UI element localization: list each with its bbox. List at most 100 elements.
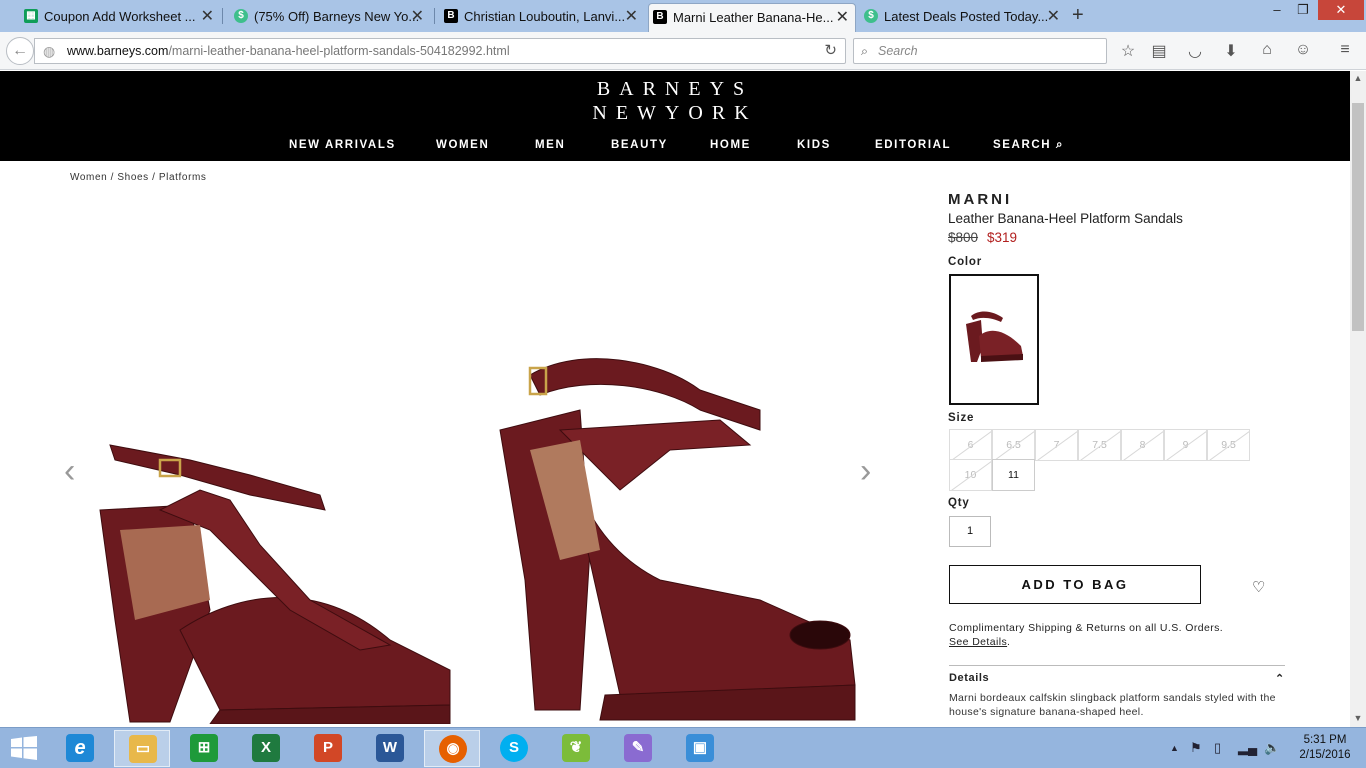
close-tab-icon[interactable]: ✕: [411, 3, 424, 30]
browser-tab[interactable]: $ Latest Deals Posted Today... ✕: [860, 3, 1066, 32]
nav-kids[interactable]: KIDS: [797, 139, 831, 151]
url-host: www.barneys.com: [67, 44, 169, 58]
sheets-icon: ▦: [24, 9, 38, 23]
taskbar-app-active[interactable]: ◉: [424, 730, 480, 767]
reload-icon[interactable]: ↻: [824, 39, 837, 63]
new-tab-icon[interactable]: +: [1072, 4, 1084, 27]
restore-icon[interactable]: ❐: [1292, 0, 1314, 20]
scroll-down-arrow-icon[interactable]: ▼: [1350, 713, 1366, 723]
chat-icon[interactable]: ☺: [1293, 41, 1313, 59]
skype-icon: S: [500, 734, 528, 762]
size-label: Size: [948, 412, 975, 424]
dollar-shield-icon: $: [864, 9, 878, 23]
windows-start-icon[interactable]: [10, 736, 38, 760]
browser-tab-active[interactable]: B Marni Leather Banana-He... ✕: [648, 3, 856, 32]
action-center-flag-icon[interactable]: ⚑: [1190, 740, 1202, 756]
chevron-up-icon[interactable]: ⌃: [1275, 672, 1284, 685]
taskbar-app[interactable]: ▣: [672, 730, 728, 767]
nav-beauty[interactable]: BEAUTY: [611, 139, 668, 151]
nav-home[interactable]: HOME: [710, 139, 751, 151]
search-icon: ⌕: [1055, 139, 1065, 151]
site-header: BARNEYS NEWYORK NEW ARRIVALS WOMEN MEN B…: [0, 71, 1350, 161]
clock-time: 5:31 PM: [1303, 734, 1347, 746]
globe-icon: ◍: [43, 43, 56, 59]
price-sale: $319: [987, 230, 1018, 245]
search-placeholder: Search: [878, 44, 918, 58]
see-details-link[interactable]: See Details: [949, 636, 1007, 648]
taskbar-app[interactable]: P: [300, 730, 356, 767]
tab-title: Christian Louboutin, Lanvi...: [464, 9, 626, 24]
windows-taskbar: e ▭ ⊞ X P W ◉ S ❦ ✎ ▣ ▲ ⚑ ▯ ▂▄ 🔈 5:31 PM…: [0, 727, 1366, 768]
size-option-unavailable: 8: [1121, 429, 1164, 461]
taskbar-app[interactable]: W: [362, 730, 418, 767]
url-bar[interactable]: ◍ www.barneys.com/marni-leather-banana-h…: [34, 38, 846, 64]
details-divider: [949, 665, 1285, 666]
product-designer[interactable]: MARNI: [948, 191, 1012, 208]
tray-expand-icon[interactable]: ▲: [1170, 743, 1179, 753]
download-icon[interactable]: ⬇: [1221, 41, 1241, 61]
add-to-bag-button[interactable]: ADD TO BAG: [949, 565, 1201, 604]
taskbar-app[interactable]: e: [52, 730, 108, 767]
taskbar-app[interactable]: X: [238, 730, 294, 767]
browser-nav-bar: ← ◍ www.barneys.com/marni-leather-banana…: [0, 32, 1366, 70]
home-icon[interactable]: ⌂: [1257, 41, 1277, 59]
nav-men[interactable]: MEN: [535, 139, 565, 151]
taskbar-clock[interactable]: 5:31 PM 2/15/2016: [1292, 733, 1358, 763]
dollar-shield-icon: $: [234, 9, 248, 23]
close-tab-icon[interactable]: ✕: [1047, 3, 1060, 30]
browser-tab[interactable]: $ (75% Off) Barneys New Yo... ✕: [230, 3, 430, 32]
taskbar-app[interactable]: ▭: [114, 730, 170, 767]
taskbar-app[interactable]: S: [486, 730, 542, 767]
barneys-logo[interactable]: BARNEYS NEWYORK: [0, 77, 1350, 125]
taskbar-app[interactable]: ⊞: [176, 730, 232, 767]
volume-icon[interactable]: 🔈: [1264, 740, 1280, 756]
search-icon: ⌕: [861, 44, 869, 58]
size-option-unavailable: 9.5: [1207, 429, 1250, 461]
network-signal-icon[interactable]: ▂▄: [1238, 740, 1257, 756]
minimize-icon[interactable]: –: [1266, 0, 1288, 20]
color-label: Color: [948, 256, 983, 268]
bookmark-star-icon[interactable]: ☆: [1118, 41, 1138, 61]
close-tab-icon[interactable]: ✕: [625, 3, 638, 30]
product-name: Leather Banana-Heel Platform Sandals: [948, 211, 1183, 226]
internet-explorer-icon: e: [66, 734, 94, 762]
paint-icon: ✎: [624, 734, 652, 762]
menu-icon[interactable]: ≡: [1335, 41, 1355, 59]
logo-line-1: BARNEYS: [596, 78, 754, 100]
back-arrow-icon[interactable]: ←: [6, 37, 34, 65]
clock-date: 2/15/2016: [1299, 749, 1351, 761]
close-tab-icon[interactable]: ✕: [836, 4, 849, 31]
tab-title: (75% Off) Barneys New Yo...: [254, 9, 420, 24]
details-toggle[interactable]: Details: [949, 672, 989, 684]
nav-women[interactable]: WOMEN: [436, 139, 489, 151]
nav-new-arrivals[interactable]: NEW ARRIVALS: [289, 139, 396, 151]
pocket-icon[interactable]: ◡: [1185, 41, 1205, 61]
nav-search[interactable]: SEARCH ⌕: [993, 139, 1064, 152]
taskbar-app[interactable]: ✎: [610, 730, 666, 767]
size-option-unavailable: 6: [949, 429, 992, 461]
taskbar-app[interactable]: ❦: [548, 730, 604, 767]
wishlist-heart-icon[interactable]: ♡: [1252, 578, 1265, 596]
size-option-unavailable: 7: [1035, 429, 1078, 461]
barneys-b-icon: B: [444, 9, 458, 23]
size-option-available[interactable]: 11: [992, 459, 1035, 491]
swatch-thumbnail: [966, 311, 1023, 362]
browser-tab[interactable]: B Christian Louboutin, Lanvi... ✕: [440, 3, 644, 32]
page-scrollbar[interactable]: ▲ ▼: [1350, 71, 1366, 727]
size-value: 11: [1008, 469, 1019, 481]
scroll-thumb[interactable]: [1352, 103, 1364, 331]
browser-search-input[interactable]: ⌕ Search: [853, 38, 1107, 64]
nav-editorial[interactable]: EDITORIAL: [875, 139, 951, 151]
browser-tab[interactable]: ▦ Coupon Add Worksheet ... ✕: [20, 3, 220, 32]
url-path: /marni-leather-banana-heel-platform-sand…: [168, 44, 510, 58]
breadcrumb[interactable]: Women / Shoes / Platforms: [70, 172, 207, 183]
close-tab-icon[interactable]: ✕: [201, 3, 214, 30]
color-swatch-selected[interactable]: [949, 274, 1039, 405]
reading-list-icon[interactable]: ▤: [1149, 41, 1169, 61]
size-option-unavailable: 9: [1164, 429, 1207, 461]
window-close-icon[interactable]: ✕: [1318, 0, 1364, 20]
scroll-up-arrow-icon[interactable]: ▲: [1350, 73, 1366, 83]
quantity-field[interactable]: 1: [949, 516, 991, 547]
powerpoint-icon: P: [314, 734, 342, 762]
battery-icon[interactable]: ▯: [1214, 740, 1221, 756]
